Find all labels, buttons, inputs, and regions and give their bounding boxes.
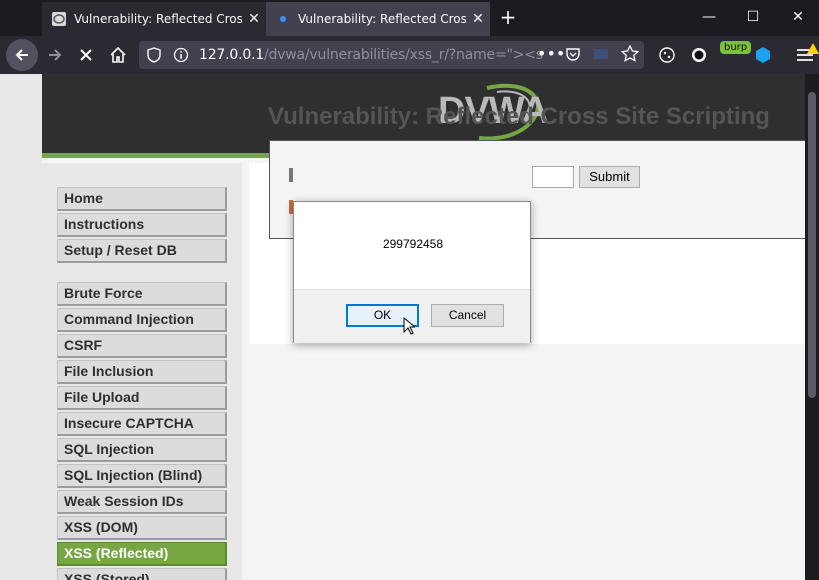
sidebar-item-weak-session-ids[interactable]: Weak Session IDs (57, 490, 227, 514)
burp-extension-badge[interactable]: burp (720, 41, 752, 54)
sidebar-item-brute-force[interactable]: Brute Force (57, 282, 227, 306)
sidebar-item-sql-injection-blind[interactable]: SQL Injection (Blind) (57, 464, 227, 488)
page-title: Vulnerability: Reflected Cross Site Scri… (268, 103, 770, 130)
new-tab-button[interactable]: + (496, 5, 520, 29)
back-arrow-icon[interactable] (6, 39, 38, 71)
alert-message: 299792458 (382, 237, 444, 251)
name-input[interactable] (532, 166, 574, 188)
tab-inactive[interactable]: Vulnerability: Reflected Cross Si ✕ (42, 2, 266, 36)
bookmark-star-icon[interactable] (620, 44, 640, 67)
url-text: 127.0.0.1/dvwa/vulnerabilities/xss_r/?na… (199, 47, 543, 63)
sidebar-item-setup-reset-db[interactable]: Setup / Reset DB (57, 239, 227, 263)
sidebar-item-instructions[interactable]: Instructions (57, 213, 227, 237)
home-icon[interactable] (103, 40, 133, 70)
sidebar-item-command-injection[interactable]: Command Injection (57, 308, 227, 332)
sidebar-item-sql-injection[interactable]: SQL Injection (57, 438, 227, 462)
tab-close-icon[interactable]: ✕ (466, 11, 490, 27)
proxy-extension-icon[interactable] (748, 40, 778, 70)
mouse-cursor-icon (403, 317, 415, 335)
sidebar-item-file-inclusion[interactable]: File Inclusion (57, 360, 227, 384)
sidebar-item-insecure-captcha[interactable]: Insecure CAPTCHA (57, 412, 227, 436)
cancel-button[interactable]: Cancel (431, 304, 504, 327)
warning-icon[interactable] (807, 43, 819, 54)
submit-button[interactable]: Submit (579, 166, 640, 188)
loading-indicator-icon (276, 12, 290, 26)
window-close-button[interactable]: ✕ (786, 6, 810, 30)
sidebar-item-home[interactable]: Home (57, 187, 227, 211)
sidebar-item-xss-dom[interactable]: XSS (DOM) (57, 516, 227, 540)
address-bar[interactable]: 127.0.0.1/dvwa/vulnerabilities/xss_r/?na… (139, 41, 644, 69)
shield-icon[interactable] (147, 47, 161, 67)
tab-title: Vulnerability: Reflected Cross Si (74, 12, 242, 26)
tab-close-icon[interactable]: ✕ (242, 11, 266, 27)
dvwa-favicon-icon (52, 12, 66, 26)
translate-icon[interactable] (594, 49, 608, 59)
sidebar-item-csrf[interactable]: CSRF (57, 334, 227, 358)
pocket-icon[interactable] (565, 46, 581, 66)
navigation-toolbar: 127.0.0.1/dvwa/vulnerabilities/xss_r/?na… (0, 36, 819, 74)
cookie-extension-icon[interactable] (652, 40, 682, 70)
sidebar-item-file-upload[interactable]: File Upload (57, 386, 227, 410)
forward-arrow-icon[interactable] (40, 40, 70, 70)
maximize-button[interactable]: ☐ (741, 6, 765, 30)
minimize-button[interactable]: — (697, 6, 721, 30)
stop-loading-icon[interactable] (71, 40, 101, 70)
sidebar-item-xss-reflected[interactable]: XSS (Reflected) (57, 542, 227, 566)
sidebar-item-xss-stored[interactable]: XSS (Stored) (57, 568, 227, 580)
scrollbar-thumb[interactable] (808, 92, 816, 398)
tab-active[interactable]: Vulnerability: Reflected Cross Si ✕ (266, 2, 490, 36)
page-actions-icon[interactable]: ••• (537, 44, 565, 63)
container-extension-icon[interactable] (684, 40, 714, 70)
tab-strip: Vulnerability: Reflected Cross Si ✕ Vuln… (0, 0, 819, 36)
tab-title: Vulnerability: Reflected Cross Si (298, 12, 466, 26)
site-info-icon[interactable] (173, 47, 189, 67)
